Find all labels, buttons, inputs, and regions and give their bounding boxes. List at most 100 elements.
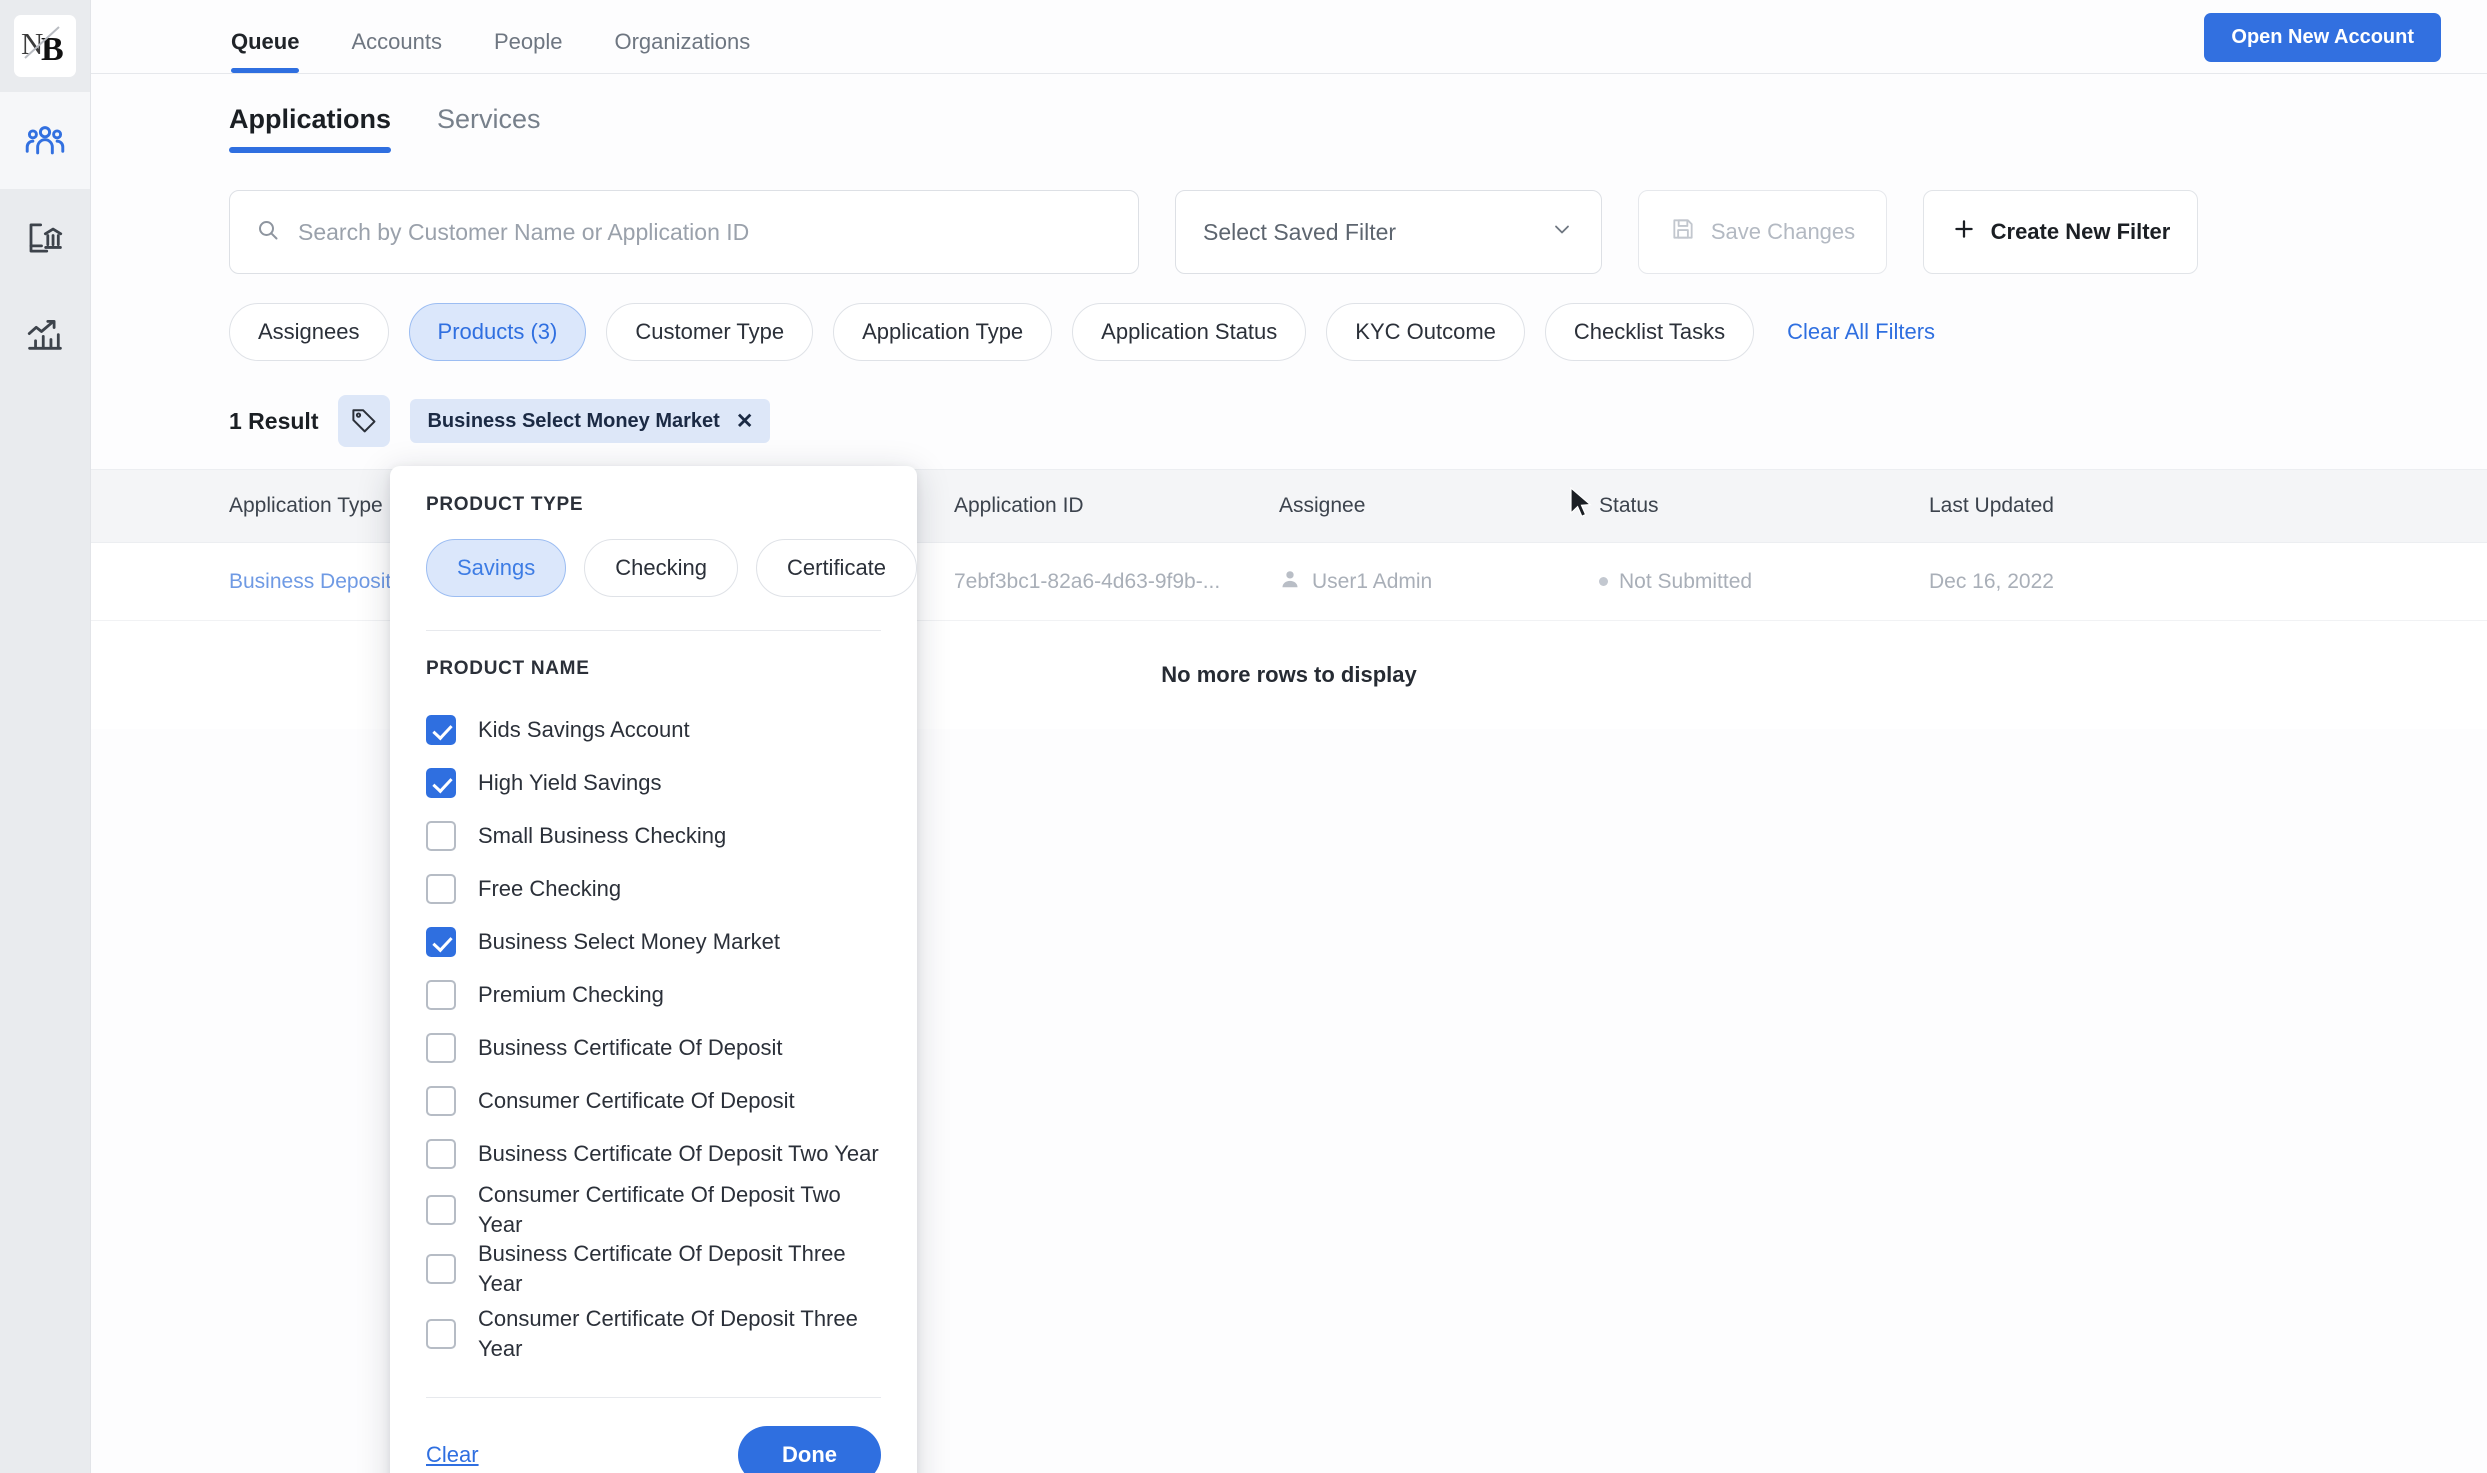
application-window: N B Queue Accounts People Organizations … xyxy=(0,0,2487,1473)
open-new-account-button[interactable]: Open New Account xyxy=(2204,13,2441,62)
chevron-down-icon xyxy=(1550,217,1574,247)
section-tabs: Applications Services xyxy=(91,74,2487,166)
checkbox-icon[interactable] xyxy=(426,1254,456,1285)
product-option-label: Kids Savings Account xyxy=(478,716,690,742)
column-header-application-id[interactable]: Application ID xyxy=(954,494,1279,518)
checkbox-icon[interactable] xyxy=(426,1194,456,1225)
tab-people[interactable]: People xyxy=(468,31,589,73)
product-option-business-certificate-of-deposit[interactable]: Business Certificate Of Deposit xyxy=(426,1021,881,1074)
checkbox-icon[interactable] xyxy=(426,926,456,957)
product-option-premium-checking[interactable]: Premium Checking xyxy=(426,968,881,1021)
create-new-filter-button[interactable]: Create New Filter xyxy=(1923,190,2198,274)
cell-status: Not Submitted xyxy=(1599,570,1929,594)
product-option-label: Consumer Certificate Of Deposit Two Year xyxy=(478,1182,841,1237)
analytics-growth-icon xyxy=(24,314,66,356)
product-type-section-label: PRODUCT TYPE xyxy=(426,494,584,515)
filter-chip-application-type[interactable]: Application Type xyxy=(833,303,1053,361)
tab-accounts[interactable]: Accounts xyxy=(325,31,468,73)
filter-chip-customer-type[interactable]: Customer Type xyxy=(606,303,814,361)
product-checkbox-list: Kids Savings Account High Yield Savings … xyxy=(390,703,917,1369)
product-option-business-certificate-of-deposit-two-year[interactable]: Business Certificate Of Deposit Two Year xyxy=(426,1127,881,1180)
product-option-consumer-certificate-of-deposit[interactable]: Consumer Certificate Of Deposit xyxy=(426,1074,881,1127)
product-option-label: Business Certificate Of Deposit Two Year xyxy=(478,1140,879,1166)
checkbox-icon[interactable] xyxy=(426,1138,456,1169)
search-input[interactable] xyxy=(298,218,1112,246)
create-new-filter-label: Create New Filter xyxy=(1990,219,2171,244)
tag-icon[interactable] xyxy=(338,395,391,447)
done-button[interactable]: Done xyxy=(738,1425,881,1473)
top-navigation: Queue Accounts People Organizations Open… xyxy=(91,0,2487,74)
app-logo[interactable]: N B xyxy=(0,0,90,92)
product-option-kids-savings-account[interactable]: Kids Savings Account xyxy=(426,703,881,756)
product-type-chip-checking[interactable]: Checking xyxy=(584,539,738,597)
product-option-label: Premium Checking xyxy=(478,981,664,1007)
checkbox-icon[interactable] xyxy=(426,1085,456,1116)
product-option-free-checking[interactable]: Free Checking xyxy=(426,862,881,915)
product-option-business-certificate-of-deposit-three-year[interactable]: Business Certificate Of Deposit Three Ye… xyxy=(426,1239,881,1298)
column-header-last-updated[interactable]: Last Updated xyxy=(1929,494,2229,518)
filter-chip-kyc-outcome[interactable]: KYC Outcome xyxy=(1326,303,1525,361)
product-option-label: Consumer Certificate Of Deposit Three Ye… xyxy=(478,1306,858,1361)
filter-chip-assignees[interactable]: Assignees xyxy=(229,303,389,361)
tab-services[interactable]: Services xyxy=(437,80,541,161)
checkbox-icon[interactable] xyxy=(426,873,456,904)
checkbox-icon[interactable] xyxy=(426,820,456,851)
logo-mark-icon: N B xyxy=(14,15,76,77)
product-option-high-yield-savings[interactable]: High Yield Savings xyxy=(426,756,881,809)
remove-tag-icon[interactable]: ✕ xyxy=(736,409,754,434)
result-count-label: 1 Result xyxy=(229,407,319,434)
sidebar-item-accounts[interactable] xyxy=(0,189,90,286)
product-option-label: High Yield Savings xyxy=(478,769,662,795)
cell-assignee: User1 Admin xyxy=(1279,568,1599,596)
product-option-label: Free Checking xyxy=(478,875,622,901)
product-option-label: Business Select Money Market xyxy=(478,928,781,954)
column-header-status[interactable]: Status xyxy=(1599,494,1929,518)
clear-all-filters-link[interactable]: Clear All Filters xyxy=(1787,319,1935,345)
product-option-label: Business Certificate Of Deposit xyxy=(478,1034,783,1060)
product-type-chip-certificate[interactable]: Certificate xyxy=(756,539,918,597)
cell-last-updated: Dec 16, 2022 xyxy=(1929,569,2054,593)
filter-chip-products[interactable]: Products (3) xyxy=(408,303,587,361)
products-filter-dropdown: PRODUCT TYPE Savings Checking Certificat… xyxy=(390,466,918,1473)
product-type-chip-savings[interactable]: Savings xyxy=(426,539,567,597)
left-nav-rail: N B xyxy=(0,0,91,1473)
product-option-consumer-certificate-of-deposit-three-year[interactable]: Consumer Certificate Of Deposit Three Ye… xyxy=(426,1299,881,1369)
search-box[interactable] xyxy=(229,190,1139,274)
checkbox-icon[interactable] xyxy=(426,1318,456,1349)
applied-filter-tag-label: Business Select Money Market xyxy=(427,409,720,432)
filter-chip-checklist-tasks[interactable]: Checklist Tasks xyxy=(1544,303,1755,361)
people-group-icon xyxy=(23,119,67,163)
checkbox-icon[interactable] xyxy=(426,979,456,1010)
save-changes-label: Save Changes xyxy=(1710,219,1856,244)
product-option-consumer-certificate-of-deposit-two-year[interactable]: Consumer Certificate Of Deposit Two Year xyxy=(426,1180,881,1239)
plus-icon xyxy=(1951,216,1977,248)
product-option-label: Consumer Certificate Of Deposit xyxy=(478,1087,795,1113)
checkbox-icon[interactable] xyxy=(426,767,456,798)
search-toolbar: Select Saved Filter xyxy=(91,190,2487,274)
main-content: Queue Accounts People Organizations Open… xyxy=(91,0,2487,1473)
tab-organizations[interactable]: Organizations xyxy=(588,31,776,73)
filter-chip-application-status[interactable]: Application Status xyxy=(1072,303,1307,361)
dropdown-footer: Clear Done xyxy=(426,1396,881,1473)
cell-application-id: 7ebf3bc1-82a6-4d63-9f9b-... xyxy=(954,569,1221,593)
product-option-small-business-checking[interactable]: Small Business Checking xyxy=(426,809,881,862)
clear-link[interactable]: Clear xyxy=(426,1442,479,1468)
applied-filter-tag[interactable]: Business Select Money Market ✕ xyxy=(410,399,771,443)
status-badge: Not Submitted xyxy=(1619,569,1753,593)
checkbox-icon[interactable] xyxy=(426,714,456,745)
tab-queue[interactable]: Queue xyxy=(139,31,325,73)
saved-filter-select[interactable]: Select Saved Filter xyxy=(1175,190,1602,274)
sidebar-item-people-group[interactable] xyxy=(0,92,90,189)
column-header-assignee[interactable]: Assignee xyxy=(1279,494,1599,518)
save-changes-button[interactable]: Save Changes xyxy=(1638,190,1887,274)
product-type-chip-group: Savings Checking Certificate xyxy=(390,539,918,597)
sidebar-item-reports[interactable] xyxy=(0,286,90,383)
top-nav-tab-list: Queue Accounts People Organizations xyxy=(139,0,776,73)
tab-applications[interactable]: Applications xyxy=(229,80,392,161)
checkbox-icon[interactable] xyxy=(426,1032,456,1063)
product-name-section-label: PRODUCT NAME xyxy=(426,658,590,679)
search-icon xyxy=(256,218,280,247)
saved-filter-label: Select Saved Filter xyxy=(1203,218,1397,245)
svg-text:B: B xyxy=(41,31,64,68)
product-option-business-select-money-market[interactable]: Business Select Money Market xyxy=(426,915,881,968)
